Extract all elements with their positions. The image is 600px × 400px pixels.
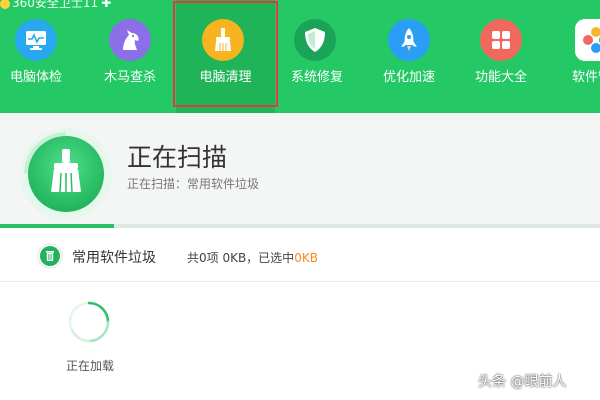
top-toolbar: 360安全卫士11 ✚ 电脑体检 木马查杀 电脑清理 系统修复 优化加速 功能大… (0, 0, 600, 113)
cleanup-broom-icon (20, 128, 112, 220)
software-icon (575, 19, 600, 61)
watermark: 头条 @眼前人 (478, 374, 567, 390)
category-name: 常用软件垃圾 (72, 250, 156, 266)
nav-label-software: 软件管家 (571, 70, 600, 85)
category-stats-text: 共0项 0KB，已选中 (187, 251, 295, 265)
nav-label-features: 功能大全 (474, 70, 527, 85)
grid-icon (480, 19, 522, 61)
scan-subtitle: 正在扫描：常用软件垃圾 (127, 177, 260, 191)
nav-item-software[interactable]: 软件管家 (566, 0, 600, 113)
nav-item-trojan[interactable]: 木马查杀 (98, 0, 162, 113)
loading-text: 正在加载 (66, 359, 115, 373)
nav-item-repair[interactable]: 系统修复 (285, 0, 349, 113)
nav-label-checkup: 电脑体检 (9, 70, 62, 85)
monitor-icon (15, 19, 57, 61)
nav-label-speedup: 优化加速 (382, 70, 435, 85)
nav-label-repair: 系统修复 (290, 70, 343, 85)
loading-spinner-icon (68, 301, 110, 343)
nav-item-features[interactable]: 功能大全 (470, 0, 532, 113)
main-window: 360安全卫士11 ✚ 电脑体检 木马查杀 电脑清理 系统修复 优化加速 功能大… (0, 0, 600, 400)
category-stats: 共0项 0KB，已选中0KB (187, 249, 318, 266)
nav-item-speedup[interactable]: 优化加速 (378, 0, 440, 113)
rocket-icon (388, 19, 430, 61)
nav-item-checkup[interactable]: 电脑体检 (0, 0, 72, 113)
active-tab-highlight (173, 1, 278, 107)
selected-size: 0KB (294, 251, 318, 265)
shield-icon (294, 19, 336, 61)
horse-icon (109, 19, 151, 61)
scan-title: 正在扫描 (127, 143, 228, 172)
trash-icon (37, 243, 63, 269)
nav-label-trojan: 木马查杀 (103, 70, 156, 85)
